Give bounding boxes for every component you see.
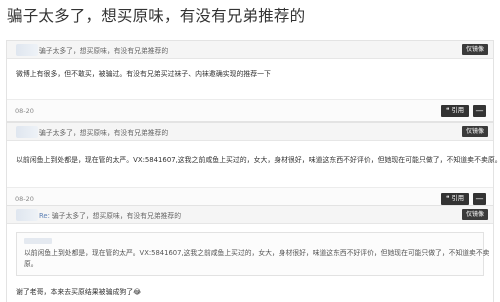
thread-title: 骗子太多了，想买原味，有没有兄弟推荐的 xyxy=(7,7,306,25)
report-button[interactable]: 仅镜像 xyxy=(461,126,488,137)
post-2: 骗子太多了，想买原味，有没有兄弟推荐的 仅镜像 以前闲鱼上到处都是，现在管的太严… xyxy=(6,122,500,210)
more-button[interactable]: — xyxy=(473,105,486,117)
post-body: 微博上有很多，但不敢买，被骗过。有没有兄弟买过袜子、内袜邀确实现的推荐一下 xyxy=(16,70,271,78)
quoted-text-line-1: 以前闲鱼上到处都是，现在管的太严。VX:5841607,这我之前咸鱼上买过的，女… xyxy=(24,249,490,257)
quote-label: 引用 xyxy=(451,195,464,202)
post-header: Re: 骗子太多了，想买原味，有没有兄弟推荐的 仅镜像 xyxy=(7,206,493,224)
post-1: 骗子太多了，想买原味，有没有兄弟推荐的 仅镜像 微博上有很多，但不敢买，被骗过。… xyxy=(6,40,494,122)
quoted-post: 以前闲鱼上到处都是，现在管的太严。VX:5841607,这我之前咸鱼上买过的，女… xyxy=(16,232,490,276)
post-footer: 08-20 ❝ 引用 — xyxy=(7,99,493,121)
avatar[interactable] xyxy=(16,209,38,221)
post-header: 骗子太多了，想买原味，有没有兄弟推荐的 仅镜像 xyxy=(7,123,493,141)
post-subject: 骗子太多了，想买原味，有没有兄弟推荐的 xyxy=(39,47,169,55)
avatar[interactable] xyxy=(16,44,38,56)
quote-button[interactable]: ❝ 引用 xyxy=(441,193,469,205)
post-subject: 骗子太多了，想买原味，有没有兄弟推荐的 xyxy=(39,129,169,137)
post-body: 以前闲鱼上到处都是，现在管的太严。VX:5841607,这我之前咸鱼上买过的，女… xyxy=(16,156,500,164)
more-button[interactable]: — xyxy=(473,193,486,205)
quote-button[interactable]: ❝ 引用 xyxy=(441,105,469,117)
post-subject: Re: 骗子太多了，想买原味，有没有兄弟推荐的 xyxy=(39,210,181,220)
reply-body: 谢了老哥，本来去买原结果被骗成狗了😂 xyxy=(16,288,142,296)
reply-prefix: Re: xyxy=(39,212,50,220)
post-date: 08-20 xyxy=(15,195,34,203)
post-header: 骗子太多了，想买原味，有没有兄弟推荐的 仅镜像 xyxy=(7,41,493,59)
quote-label: 引用 xyxy=(451,107,464,114)
quoted-text-line-2: 原。 xyxy=(24,260,38,268)
report-button[interactable]: 仅镜像 xyxy=(461,44,488,55)
post-date: 08-20 xyxy=(15,107,34,115)
report-button[interactable]: 仅镜像 xyxy=(461,209,488,220)
avatar[interactable] xyxy=(16,126,38,138)
post-subject-text: 骗子太多了，想买原味，有没有兄弟推荐的 xyxy=(51,212,182,220)
post-3: Re: 骗子太多了，想买原味，有没有兄弟推荐的 仅镜像 以前闲鱼上到处都是，现在管… xyxy=(6,205,494,302)
quoted-user-avatar xyxy=(24,238,52,244)
